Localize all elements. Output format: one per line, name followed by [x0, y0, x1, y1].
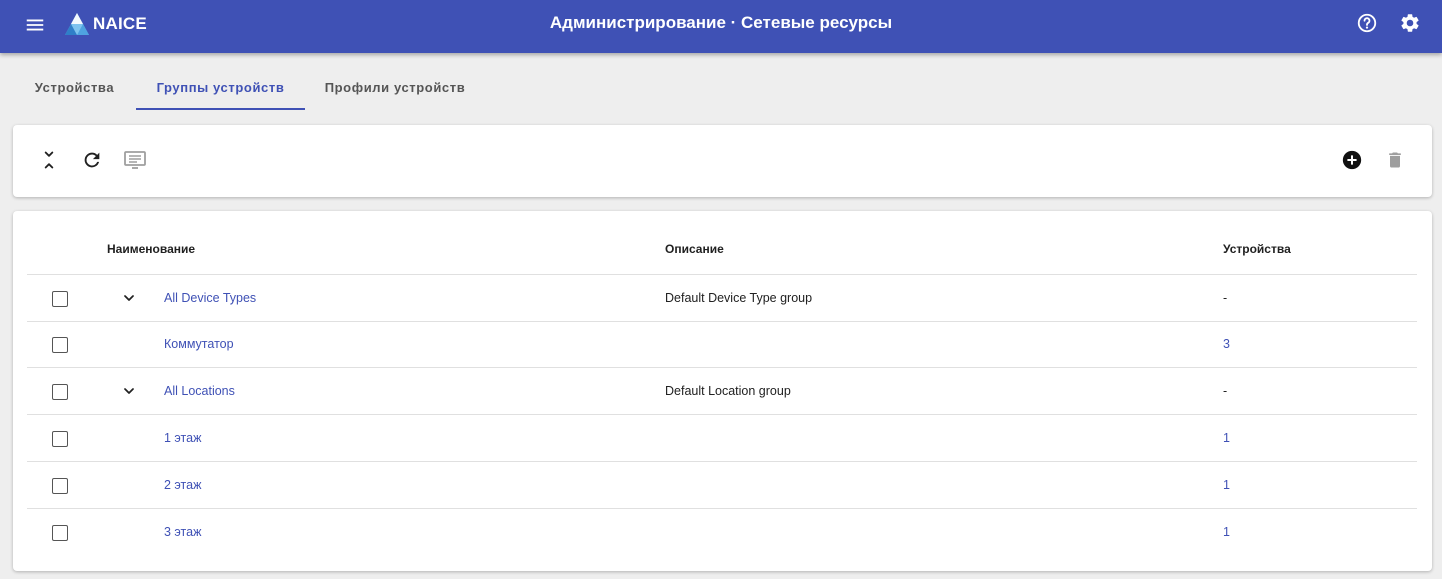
group-name-link[interactable]: 3 этаж [164, 525, 201, 539]
column-header-description[interactable]: Описание [665, 242, 724, 256]
tab-devices[interactable]: Устройства [13, 66, 136, 110]
group-name-link[interactable]: All Locations [164, 384, 235, 398]
row-checkbox[interactable] [52, 291, 68, 307]
device-count-link[interactable]: 1 [1223, 525, 1230, 539]
device-count-link[interactable]: 1 [1223, 478, 1230, 492]
column-header-name[interactable]: Наименование [107, 242, 195, 256]
add-circle-icon[interactable] [1339, 147, 1365, 173]
menu-icon[interactable] [24, 14, 46, 36]
group-name-link[interactable]: 1 этаж [164, 431, 201, 445]
row-checkbox[interactable] [52, 384, 68, 400]
help-icon[interactable] [1356, 12, 1378, 34]
table-row[interactable]: 2 этаж 1 [27, 462, 1417, 509]
page-title: Администрирование · Сетевые ресурсы [549, 13, 893, 32]
device-count: - [1223, 291, 1228, 305]
expand-collapse-icon[interactable] [36, 147, 62, 173]
app-bar: NAICE Администрирование · Сетевые ресурс… [0, 0, 1442, 53]
row-checkbox[interactable] [52, 431, 68, 447]
table-row[interactable]: 1 этаж 1 [27, 415, 1417, 462]
refresh-icon[interactable] [79, 147, 105, 173]
tab-device-groups[interactable]: Группы устройств [136, 66, 305, 110]
group-name-link[interactable]: 2 этаж [164, 478, 201, 492]
list-view-icon[interactable] [122, 147, 148, 173]
device-count: - [1223, 384, 1228, 398]
tab-device-profiles[interactable]: Профили устройств [305, 66, 485, 110]
table-row[interactable]: All Locations Default Location group - [27, 368, 1417, 415]
group-name-link[interactable]: Коммутатор [164, 337, 234, 351]
delete-icon[interactable] [1382, 147, 1408, 173]
table-row[interactable]: Коммутатор 3 [27, 322, 1417, 368]
row-checkbox[interactable] [52, 337, 68, 353]
device-groups-table: Наименование Описание Устройства All Dev… [13, 211, 1432, 571]
device-count-link[interactable]: 3 [1223, 337, 1230, 351]
page-title-wrap: Администрирование · Сетевые ресурсы [0, 13, 1442, 33]
toolbar [13, 125, 1432, 197]
row-checkbox[interactable] [52, 525, 68, 541]
chevron-down-icon[interactable] [121, 290, 137, 306]
group-description: Default Location group [665, 384, 791, 398]
brand-name: NAICE [93, 14, 147, 33]
group-description: Default Device Type group [665, 291, 813, 305]
settings-gear-icon[interactable] [1399, 12, 1421, 34]
column-header-devices[interactable]: Устройства [1223, 242, 1291, 256]
naice-logo-icon [64, 12, 90, 36]
table-row[interactable]: 3 этаж 1 [27, 509, 1417, 556]
table-header: Наименование Описание Устройства [27, 211, 1417, 275]
group-name-link[interactable]: All Device Types [164, 291, 256, 305]
device-count-link[interactable]: 1 [1223, 431, 1230, 445]
row-checkbox[interactable] [52, 478, 68, 494]
chevron-down-icon[interactable] [121, 383, 137, 399]
table-row[interactable]: All Device Types Default Device Type gro… [27, 275, 1417, 322]
